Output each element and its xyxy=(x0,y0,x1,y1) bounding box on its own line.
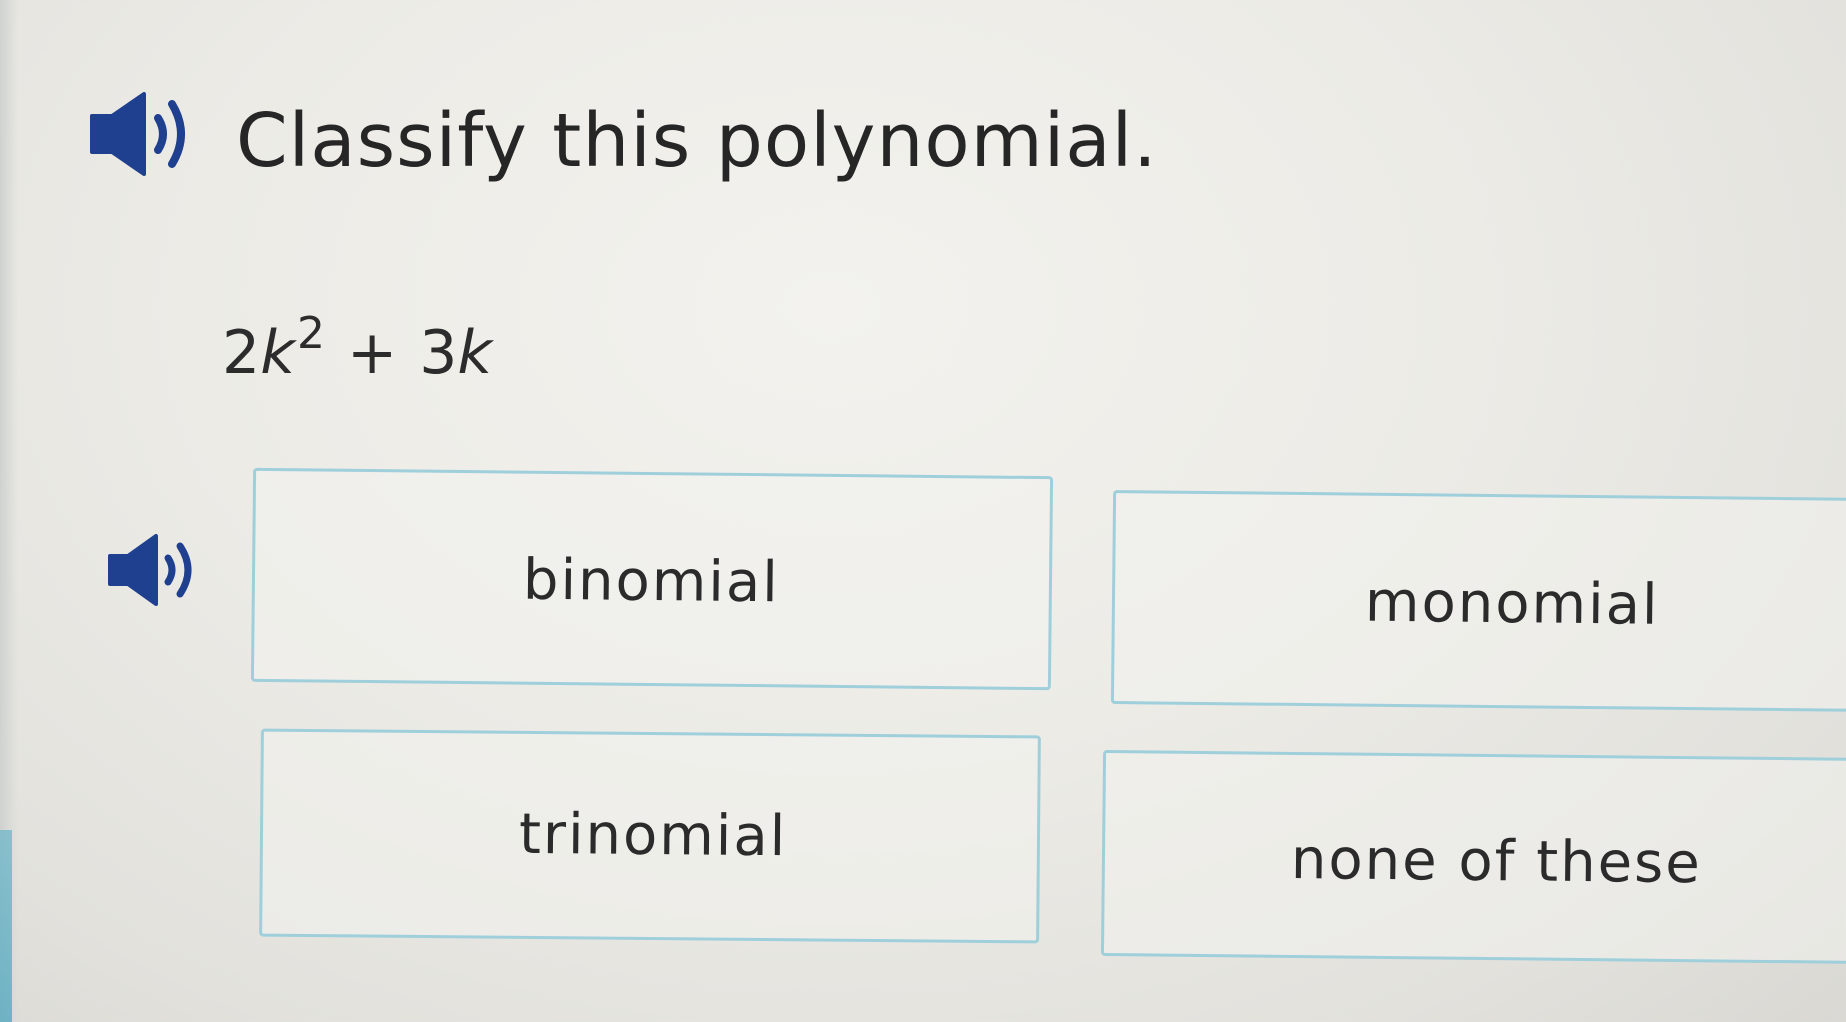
answer-choice-trinomial[interactable]: trinomial xyxy=(259,728,1041,944)
term1-variable: k xyxy=(260,318,295,388)
answer-choice-label: trinomial xyxy=(518,801,788,870)
answer-choice-monomial[interactable]: monomial xyxy=(1110,490,1846,712)
answer-choice-none-of-these[interactable]: none of these xyxy=(1100,749,1846,965)
answer-choice-label: none of these xyxy=(1290,826,1703,897)
question-text: Classify this polynomial. xyxy=(236,98,1158,184)
term2-coefficient: 3 xyxy=(419,318,458,388)
term2-variable: k xyxy=(457,318,493,388)
plus-operator: + xyxy=(346,318,398,388)
term1-coefficient: 2 xyxy=(222,318,261,388)
screen-edge-accent xyxy=(0,830,12,1022)
answer-choice-label: monomial xyxy=(1364,569,1660,638)
answer-choice-label: binomial xyxy=(522,547,781,616)
polynomial-expression: 2k2 +3k xyxy=(222,308,493,388)
answer-choice-binomial[interactable]: binomial xyxy=(250,467,1054,691)
speaker-icon[interactable] xyxy=(104,528,204,612)
speaker-icon[interactable] xyxy=(86,86,196,182)
term1-exponent: 2 xyxy=(296,308,325,359)
